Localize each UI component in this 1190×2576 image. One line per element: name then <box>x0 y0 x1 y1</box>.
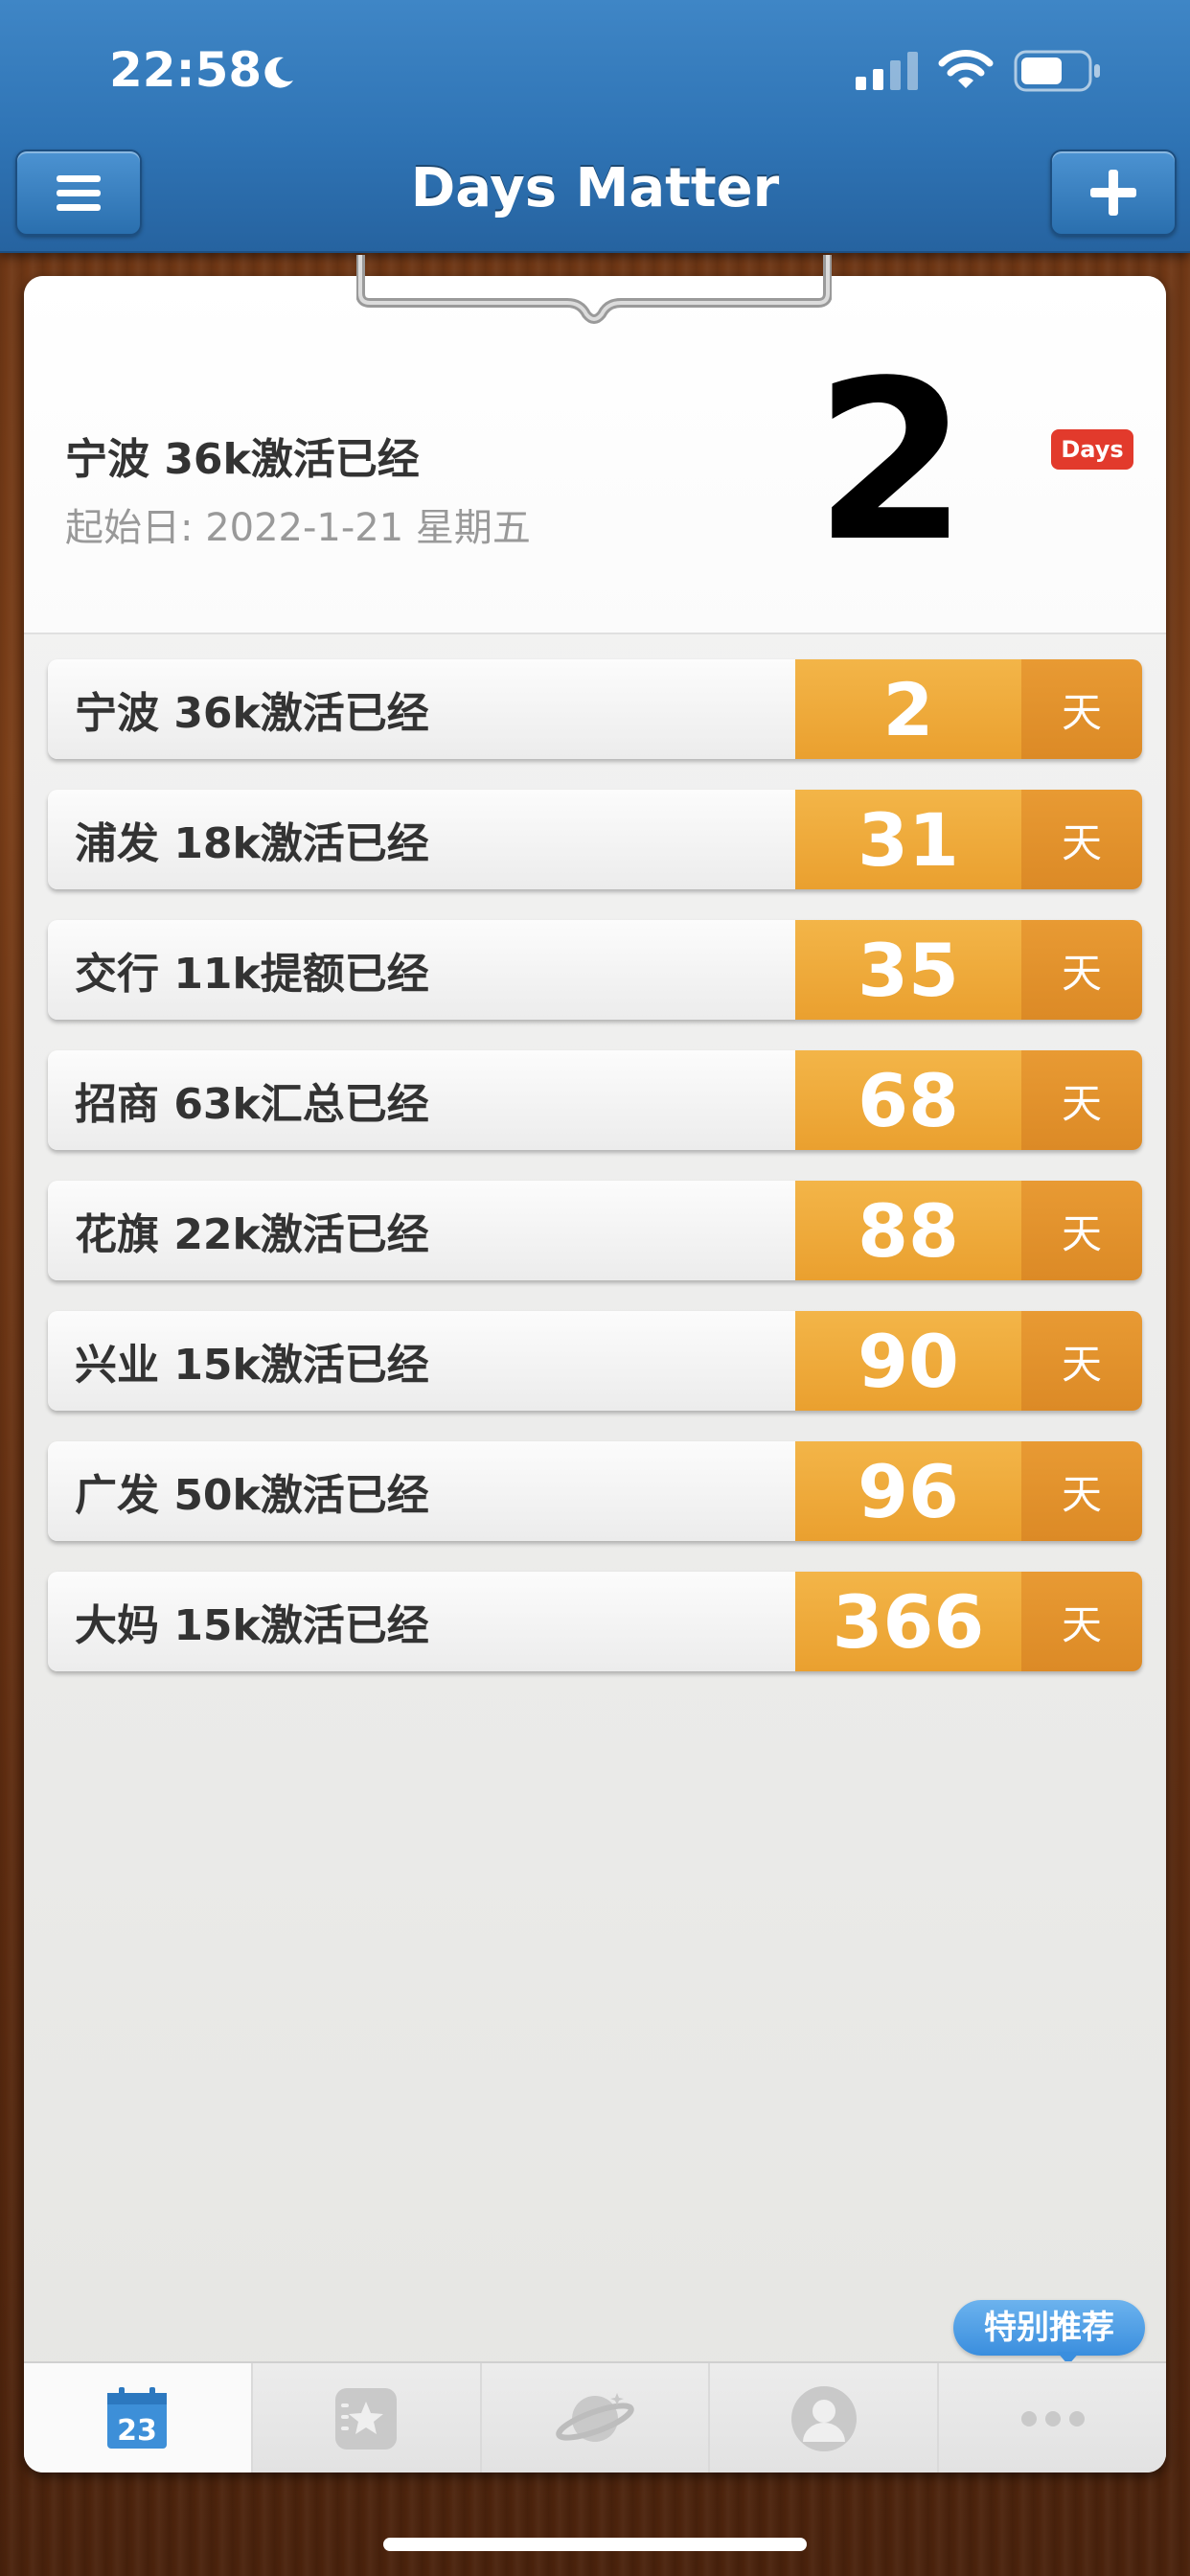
highlighted-event-start-date: 起始日: 2022-1-21 星期五 <box>65 506 531 550</box>
event-unit: 天 <box>1021 1441 1142 1541</box>
event-days: 31 <box>795 790 1021 889</box>
bookmark-star-icon <box>335 2388 398 2450</box>
event-label: 兴业 15k激活已经 <box>48 1311 795 1411</box>
tab-discover[interactable] <box>481 2363 711 2472</box>
list-item[interactable]: 招商 63k汇总已经 68 天 <box>48 1050 1142 1150</box>
featured-recommendation-bubble[interactable]: 特别推荐 <box>953 2300 1145 2356</box>
home-indicator[interactable] <box>383 2538 807 2551</box>
person-icon <box>790 2386 857 2451</box>
event-label: 大妈 15k激活已经 <box>48 1572 795 1671</box>
clipboard-clip <box>356 255 832 324</box>
navigation-bar: 22:58 Days Matter <box>0 0 1190 253</box>
tab-profile[interactable] <box>710 2363 940 2472</box>
tab-days[interactable]: 23 <box>24 2363 253 2472</box>
days-badge: Days <box>1051 429 1133 470</box>
tab-book[interactable] <box>252 2363 482 2472</box>
event-unit: 天 <box>1021 1050 1142 1150</box>
event-label: 交行 11k提额已经 <box>48 920 795 1020</box>
plus-icon <box>1090 170 1136 216</box>
status-time: 22:58 <box>109 42 263 98</box>
event-days: 88 <box>795 1181 1021 1280</box>
tab-more[interactable] <box>939 2363 1166 2472</box>
highlighted-event-count: 2 <box>813 334 969 590</box>
event-days: 90 <box>795 1311 1021 1411</box>
cellular-signal-icon <box>856 52 918 90</box>
wifi-icon <box>938 50 994 88</box>
calendar-day-number: 23 <box>118 2414 158 2448</box>
list-item[interactable]: 兴业 15k激活已经 90 天 <box>48 1311 1142 1411</box>
calendar-icon: 23 <box>107 2387 168 2449</box>
event-unit: 天 <box>1021 1311 1142 1411</box>
event-label: 招商 63k汇总已经 <box>48 1050 795 1150</box>
list-item[interactable]: 大妈 15k激活已经 366 天 <box>48 1572 1142 1671</box>
more-icon <box>1020 2411 1085 2426</box>
list-item[interactable]: 交行 11k提额已经 35 天 <box>48 920 1142 1020</box>
clipboard-card: 宁波 36k激活已经 起始日: 2022-1-21 星期五 2 Days 宁波 … <box>24 276 1166 2472</box>
app-title: Days Matter <box>410 157 780 219</box>
event-days: 68 <box>795 1050 1021 1150</box>
event-label: 宁波 36k激活已经 <box>48 659 795 759</box>
highlighted-event-title: 宁波 36k激活已经 <box>65 435 420 484</box>
list-item[interactable]: 浦发 18k激活已经 31 天 <box>48 790 1142 889</box>
moon-icon <box>264 57 293 88</box>
event-label: 花旗 22k激活已经 <box>48 1181 795 1280</box>
event-unit: 天 <box>1021 1181 1142 1280</box>
event-unit: 天 <box>1021 1572 1142 1671</box>
event-unit: 天 <box>1021 659 1142 759</box>
event-label: 浦发 18k激活已经 <box>48 790 795 889</box>
list-item[interactable]: 宁波 36k激活已经 2 天 <box>48 659 1142 759</box>
event-unit: 天 <box>1021 790 1142 889</box>
list-item[interactable]: 花旗 22k激活已经 88 天 <box>48 1181 1142 1280</box>
event-days: 96 <box>795 1441 1021 1541</box>
planet-icon <box>556 2393 634 2442</box>
event-label: 广发 50k激活已经 <box>48 1441 795 1541</box>
add-event-button[interactable] <box>1050 150 1177 236</box>
event-days: 366 <box>795 1572 1021 1671</box>
event-unit: 天 <box>1021 920 1142 1020</box>
battery-icon <box>1014 50 1100 92</box>
list-item[interactable]: 广发 50k激活已经 96 天 <box>48 1441 1142 1541</box>
event-days: 35 <box>795 920 1021 1020</box>
event-days: 2 <box>795 659 1021 759</box>
tab-bar: 23 <box>24 2361 1166 2472</box>
